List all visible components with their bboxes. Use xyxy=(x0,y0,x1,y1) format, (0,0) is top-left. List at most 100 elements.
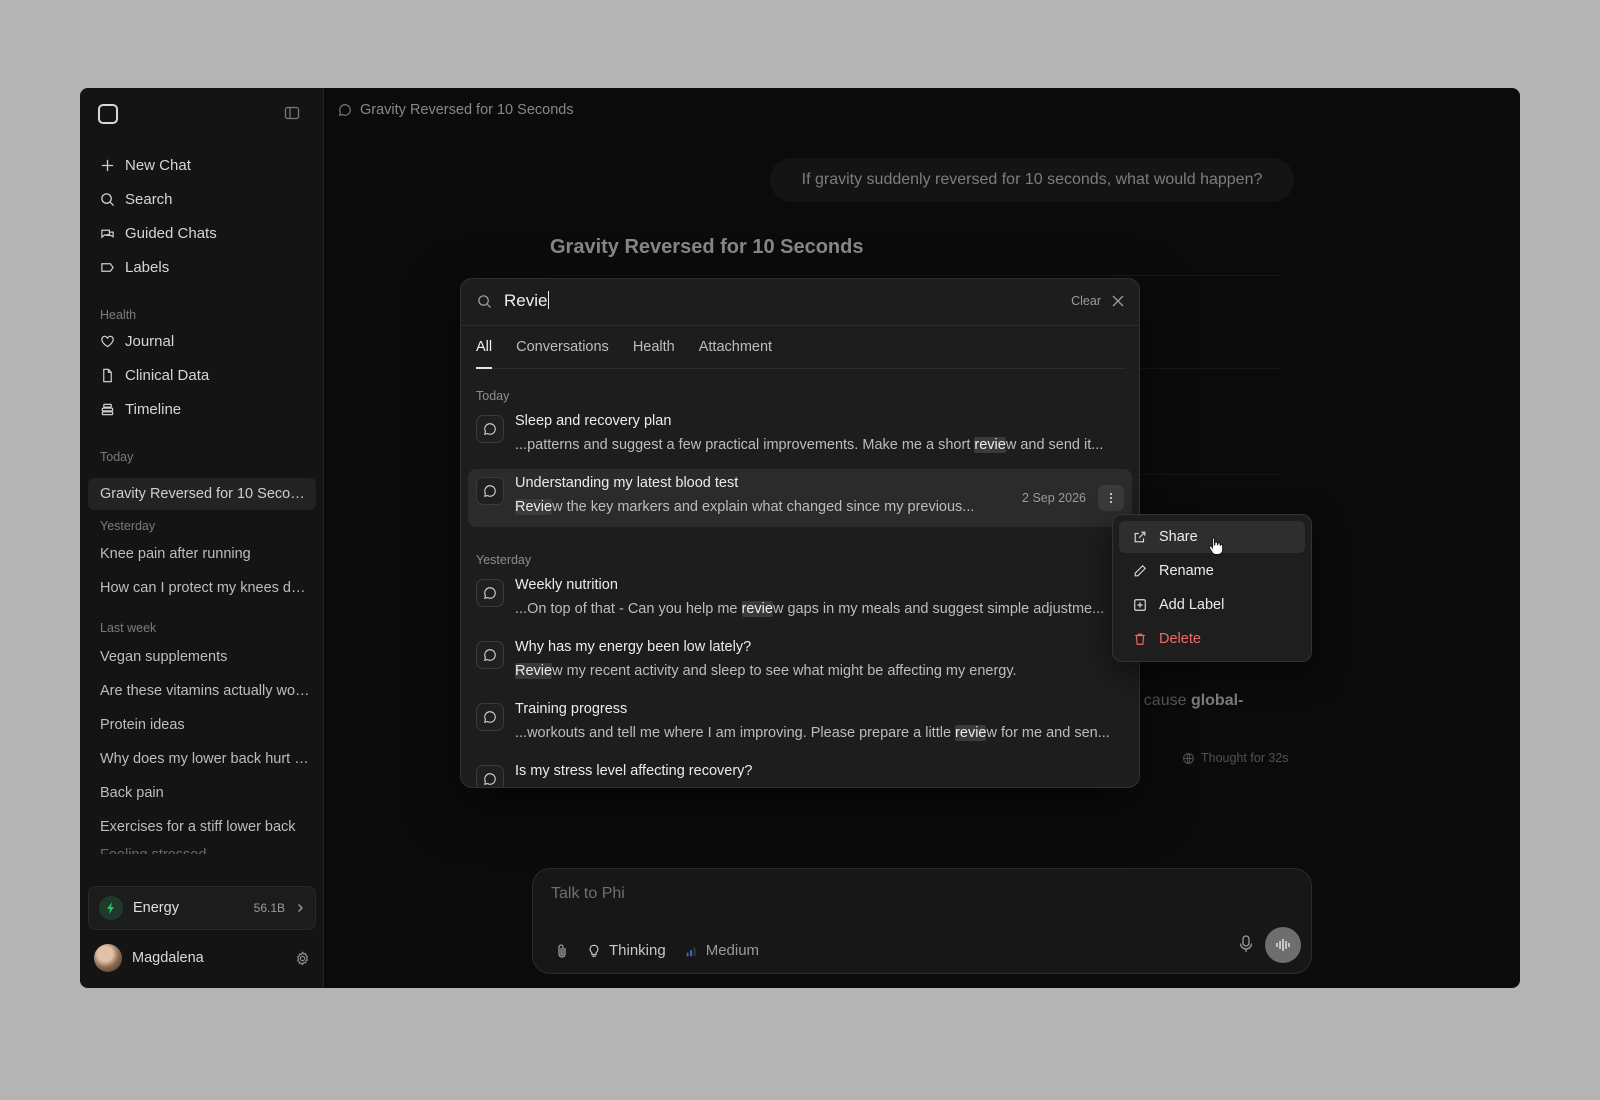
snippet-text: ...workouts and tell me where I am impro… xyxy=(515,725,956,741)
history-item[interactable]: Are these vitamins actually worth it xyxy=(100,680,310,702)
pencil-icon xyxy=(1134,564,1147,577)
snippet-text: ...On top of that - Can you help me xyxy=(515,601,742,617)
more-options-button[interactable] xyxy=(1098,485,1124,511)
search-icon xyxy=(101,192,115,206)
effort-selector[interactable]: Medium xyxy=(684,942,759,959)
microphone-icon[interactable] xyxy=(1239,935,1253,953)
search-result[interactable]: Weekly nutrition ...On top of that - Can… xyxy=(468,571,1132,629)
clinical-data-item[interactable]: Clinical Data xyxy=(100,361,209,389)
history-item[interactable]: Exercises for a stiff lower back xyxy=(100,816,310,838)
search-tabs: All Conversations Health Attachment xyxy=(476,326,1126,369)
search-button[interactable]: Search xyxy=(100,185,173,213)
menu-item-add-label[interactable]: Add Label xyxy=(1119,589,1305,621)
search-dialog: Revie Clear All Conversations Health Att… xyxy=(460,278,1140,788)
history-item[interactable]: Feeling stressed xyxy=(100,844,310,854)
result-snippet: ...patterns and suggest a few practical … xyxy=(515,437,1115,453)
energy-card[interactable]: Energy 56.1B xyxy=(88,886,316,930)
search-result[interactable]: Is my stress level affecting recovery? xyxy=(468,757,1132,787)
history-item[interactable]: Vegan supplements xyxy=(100,646,310,668)
result-title: Sleep and recovery plan xyxy=(515,413,672,429)
history-item-active[interactable]: Gravity Reversed for 10 Seconds xyxy=(88,478,316,510)
avatar xyxy=(94,944,122,972)
result-snippet: ...On top of that - Can you help me revi… xyxy=(515,601,1115,617)
menu-item-rename[interactable]: Rename xyxy=(1119,555,1305,587)
hand-cursor-icon xyxy=(1208,537,1224,555)
search-result[interactable]: Why has my energy been low lately? Revie… xyxy=(468,633,1132,691)
app-window: New Chat Search Guided Chats Labels Heal… xyxy=(80,88,1520,988)
guided-chats-label: Guided Chats xyxy=(125,224,217,242)
chat-bubble-icon xyxy=(476,415,504,443)
more-vertical-icon xyxy=(1109,492,1113,504)
chat-bubble-icon xyxy=(476,579,504,607)
text-caret xyxy=(548,291,550,309)
snippet-text: ...patterns and suggest a few practical … xyxy=(515,437,975,453)
search-result[interactable]: Sleep and recovery plan ...patterns and … xyxy=(468,407,1132,465)
composer[interactable]: Talk to Phi Thinking Medium xyxy=(532,868,1312,974)
history-item[interactable]: Knee pain after running xyxy=(100,543,310,565)
search-label: Search xyxy=(125,190,173,208)
effort-label: Medium xyxy=(705,942,760,959)
sidebar-toggle-icon[interactable] xyxy=(284,105,300,121)
voice-mode-button[interactable] xyxy=(1265,927,1301,963)
section-yesterday: Yesterday xyxy=(100,519,156,533)
guided-chats-button[interactable]: Guided Chats xyxy=(100,219,217,247)
snippet-highlight: revie xyxy=(955,725,987,741)
result-snippet: Review the key markers and explain what … xyxy=(515,499,985,515)
waveform-icon xyxy=(1276,939,1290,951)
snippet-highlight: Revie xyxy=(515,499,553,515)
gear-icon[interactable] xyxy=(295,950,310,966)
tab-attachment[interactable]: Attachment xyxy=(699,326,772,368)
history-item[interactable]: Why does my lower back hurt in the morni… xyxy=(100,748,310,770)
result-title: Understanding my latest blood test xyxy=(515,475,739,491)
timeline-item[interactable]: Timeline xyxy=(100,395,181,423)
history-item[interactable]: Protein ideas xyxy=(100,714,310,736)
search-result-hovered[interactable]: Understanding my latest blood test Revie… xyxy=(468,469,1132,527)
composer-tools: Thinking Medium xyxy=(555,942,759,959)
tab-all[interactable]: All xyxy=(476,326,493,369)
clear-button[interactable]: Clear xyxy=(1071,294,1101,308)
message-input[interactable]: Talk to Phi xyxy=(551,885,625,903)
chat-bubble-icon xyxy=(476,641,504,669)
chat-bubble-icon xyxy=(476,765,504,787)
search-input[interactable]: Revie xyxy=(504,291,550,311)
tab-conversations[interactable]: Conversations xyxy=(516,326,609,368)
menu-item-delete[interactable]: Delete xyxy=(1119,623,1305,655)
chat-bubble-icon xyxy=(476,477,504,505)
file-icon xyxy=(103,368,112,382)
stack-icon xyxy=(101,403,114,415)
history-item[interactable]: How can I protect my knees during exerci… xyxy=(100,577,310,599)
chat-bubble-icon xyxy=(476,703,504,731)
history-item[interactable]: Back pain xyxy=(100,782,310,804)
journal-item[interactable]: Journal xyxy=(100,327,174,355)
user-profile[interactable]: Magdalena xyxy=(94,942,310,974)
labels-button[interactable]: Labels xyxy=(100,253,169,281)
user-name: Magdalena xyxy=(132,950,204,966)
paperclip-icon[interactable] xyxy=(555,943,569,959)
new-chat-button[interactable]: New Chat xyxy=(100,151,191,179)
search-result[interactable]: Training progress ...workouts and tell m… xyxy=(468,695,1132,753)
result-title: Is my stress level affecting recovery? xyxy=(515,763,753,779)
heart-icon xyxy=(101,335,114,347)
snippet-text: w gaps in my meals and suggest simple ad… xyxy=(772,601,1105,617)
result-title: Training progress xyxy=(515,701,628,717)
section-last-week: Last week xyxy=(100,621,157,635)
timeline-label: Timeline xyxy=(125,400,182,418)
close-icon[interactable] xyxy=(1111,294,1125,308)
snippet-text: w for me and sen... xyxy=(986,725,1110,741)
chevron-right-icon xyxy=(298,904,303,912)
menu-label: Rename xyxy=(1159,563,1214,579)
clinical-data-label: Clinical Data xyxy=(125,366,210,384)
snippet-text: w the key markers and explain what chang… xyxy=(552,499,975,515)
snippet-text: w and send it... xyxy=(1005,437,1104,453)
app-logo[interactable] xyxy=(98,104,118,124)
result-date: 2 Sep 2026 xyxy=(1022,491,1086,505)
add-label-icon xyxy=(1134,599,1146,611)
tab-health[interactable]: Health xyxy=(633,326,675,368)
group-today: Today xyxy=(476,389,510,403)
label-icon xyxy=(101,262,114,272)
result-snippet: Review my recent activity and sleep to s… xyxy=(515,663,1115,679)
new-chat-label: New Chat xyxy=(125,156,191,174)
menu-label: Add Label xyxy=(1159,597,1225,613)
thinking-toggle[interactable]: Thinking xyxy=(587,942,666,959)
health-heading: Health xyxy=(100,308,137,322)
